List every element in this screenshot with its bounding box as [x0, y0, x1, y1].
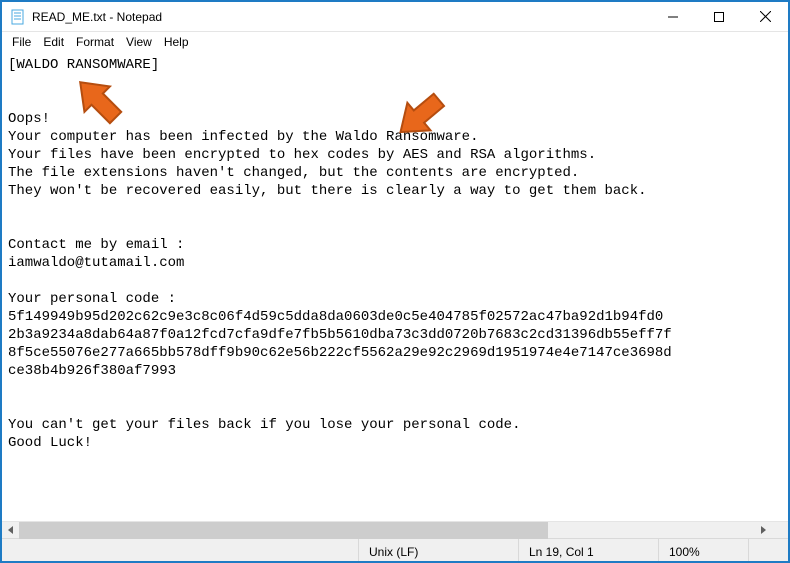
scroll-thumb[interactable] [19, 522, 548, 539]
maximize-button[interactable] [696, 2, 742, 31]
text-area[interactable]: [WALDO RANSOMWARE] Oops! Your computer h… [2, 52, 788, 521]
text-line: Your personal code : [8, 291, 176, 307]
minimize-button[interactable] [650, 2, 696, 31]
text-line: ce38b4b926f380af7993 [8, 363, 176, 379]
menu-format[interactable]: Format [70, 34, 120, 50]
status-blank2 [748, 539, 788, 561]
text-line: 5f149949b95d202c62c9e3c8c06f4d59c5dda8da… [8, 309, 663, 325]
scroll-right-button[interactable] [754, 522, 771, 539]
menu-help[interactable]: Help [158, 34, 195, 50]
menu-edit[interactable]: Edit [37, 34, 70, 50]
status-encoding: Unix (LF) [358, 539, 518, 561]
horizontal-scrollbar[interactable] [2, 521, 788, 538]
scroll-track[interactable] [19, 522, 754, 539]
menu-view[interactable]: View [120, 34, 158, 50]
window-controls [650, 2, 788, 31]
window-title: READ_ME.txt - Notepad [32, 10, 650, 24]
status-zoom: 100% [658, 539, 748, 561]
titlebar: READ_ME.txt - Notepad [2, 2, 788, 32]
close-button[interactable] [742, 2, 788, 31]
text-line: Good Luck! [8, 435, 92, 451]
scroll-left-button[interactable] [2, 522, 19, 539]
text-line: Oops! [8, 111, 50, 127]
menu-file[interactable]: File [6, 34, 37, 50]
text-line: 8f5ce55076e277a665bb578dff9b90c62e56b222… [8, 345, 672, 361]
text-line: iamwaldo@tutamail.com [8, 255, 184, 271]
menubar: File Edit Format View Help [2, 32, 788, 52]
notepad-icon [10, 9, 26, 25]
text-line: You can't get your files back if you los… [8, 417, 520, 433]
scroll-corner [771, 522, 788, 539]
text-line: They won't be recovered easily, but ther… [8, 183, 647, 199]
status-position: Ln 19, Col 1 [518, 539, 658, 561]
text-line: 2b3a9234a8dab64a87f0a12fcd7cfa9dfe7fb5b5… [8, 327, 672, 343]
text-line: Your files have been encrypted to hex co… [8, 147, 596, 163]
text-line: Your computer has been infected by the W… [8, 129, 478, 145]
ransom-header: [WALDO RANSOMWARE] [8, 57, 159, 73]
annotation-arrow-icon [70, 72, 130, 132]
text-line: Contact me by email : [8, 237, 184, 253]
status-blank [2, 539, 358, 561]
text-line: The file extensions haven't changed, but… [8, 165, 579, 181]
statusbar: Unix (LF) Ln 19, Col 1 100% [2, 538, 788, 561]
